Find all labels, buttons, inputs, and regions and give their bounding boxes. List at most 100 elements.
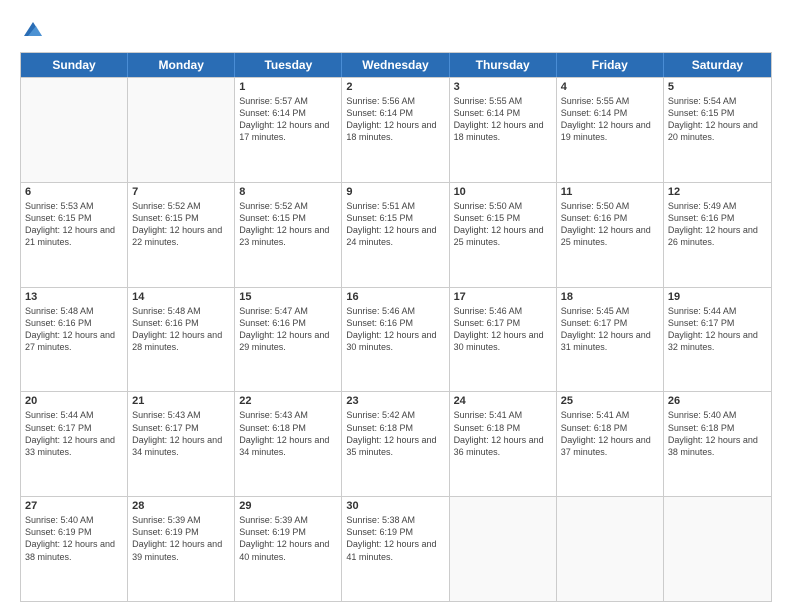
- day-info: Sunrise: 5:40 AM Sunset: 6:19 PM Dayligh…: [25, 514, 123, 563]
- calendar-cell: 4 Sunrise: 5:55 AM Sunset: 6:14 PM Daylig…: [557, 78, 664, 182]
- calendar-row: 13 Sunrise: 5:48 AM Sunset: 6:16 PM Dayli…: [21, 287, 771, 392]
- day-info: Sunrise: 5:46 AM Sunset: 6:17 PM Dayligh…: [454, 305, 552, 354]
- day-number: 11: [561, 186, 659, 198]
- day-number: 23: [346, 395, 444, 407]
- calendar-cell: 1 Sunrise: 5:57 AM Sunset: 6:14 PM Daylig…: [235, 78, 342, 182]
- day-number: 10: [454, 186, 552, 198]
- calendar-cell: 10 Sunrise: 5:50 AM Sunset: 6:15 PM Dayli…: [450, 183, 557, 287]
- calendar-header-cell: Wednesday: [342, 53, 449, 77]
- day-info: Sunrise: 5:44 AM Sunset: 6:17 PM Dayligh…: [668, 305, 767, 354]
- day-number: 22: [239, 395, 337, 407]
- calendar-cell: 25Sunrise: 5:41 AM Sunset: 6:18 PM Dayli…: [557, 392, 664, 496]
- calendar-cell: 26Sunrise: 5:40 AM Sunset: 6:18 PM Dayli…: [664, 392, 771, 496]
- day-number: 19: [668, 291, 767, 303]
- day-number: 18: [561, 291, 659, 303]
- calendar-cell: 5Sunrise: 5:54 AM Sunset: 6:15 PM Daylig…: [664, 78, 771, 182]
- calendar-header-row: SundayMondayTuesdayWednesdayThursdayFrid…: [21, 53, 771, 77]
- calendar-cell: 8Sunrise: 5:52 AM Sunset: 6:15 PM Daylig…: [235, 183, 342, 287]
- day-number: 3: [454, 81, 552, 93]
- calendar-cell: 15Sunrise: 5:47 AM Sunset: 6:16 PM Dayli…: [235, 288, 342, 392]
- calendar-row: 1 Sunrise: 5:57 AM Sunset: 6:14 PM Daylig…: [21, 77, 771, 182]
- day-info: Sunrise: 5:38 AM Sunset: 6:19 PM Dayligh…: [346, 514, 444, 563]
- calendar-cell: 14 Sunrise: 5:48 AM Sunset: 6:16 PM Dayli…: [128, 288, 235, 392]
- calendar-cell: 16 Sunrise: 5:46 AM Sunset: 6:16 PM Dayli…: [342, 288, 449, 392]
- day-number: 6: [25, 186, 123, 198]
- day-number: 16: [346, 291, 444, 303]
- day-info: Sunrise: 5:55 AM Sunset: 6:14 PM Dayligh…: [561, 95, 659, 144]
- day-info: Sunrise: 5:48 AM Sunset: 6:16 PM Dayligh…: [132, 305, 230, 354]
- calendar-cell: [21, 78, 128, 182]
- day-number: 29: [239, 500, 337, 512]
- calendar-header-cell: Friday: [557, 53, 664, 77]
- day-number: 28: [132, 500, 230, 512]
- day-number: 25: [561, 395, 659, 407]
- calendar-cell: 23 Sunrise: 5:42 AM Sunset: 6:18 PM Dayli…: [342, 392, 449, 496]
- calendar-cell: 17 Sunrise: 5:46 AM Sunset: 6:17 PM Dayli…: [450, 288, 557, 392]
- day-info: Sunrise: 5:41 AM Sunset: 6:18 PM Dayligh…: [454, 409, 552, 458]
- calendar: SundayMondayTuesdayWednesdayThursdayFrid…: [20, 52, 772, 602]
- calendar-cell: [450, 497, 557, 601]
- header: [20, 18, 772, 42]
- day-info: Sunrise: 5:53 AM Sunset: 6:15 PM Dayligh…: [25, 200, 123, 249]
- day-number: 12: [668, 186, 767, 198]
- calendar-cell: [664, 497, 771, 601]
- day-number: 24: [454, 395, 552, 407]
- calendar-cell: 2 Sunrise: 5:56 AM Sunset: 6:14 PM Daylig…: [342, 78, 449, 182]
- day-info: Sunrise: 5:39 AM Sunset: 6:19 PM Dayligh…: [132, 514, 230, 563]
- calendar-cell: 20Sunrise: 5:44 AM Sunset: 6:17 PM Dayli…: [21, 392, 128, 496]
- day-number: 14: [132, 291, 230, 303]
- calendar-header-cell: Monday: [128, 53, 235, 77]
- day-info: Sunrise: 5:54 AM Sunset: 6:15 PM Dayligh…: [668, 95, 767, 144]
- day-info: Sunrise: 5:56 AM Sunset: 6:14 PM Dayligh…: [346, 95, 444, 144]
- day-info: Sunrise: 5:55 AM Sunset: 6:14 PM Dayligh…: [454, 95, 552, 144]
- day-info: Sunrise: 5:49 AM Sunset: 6:16 PM Dayligh…: [668, 200, 767, 249]
- logo: [20, 18, 44, 42]
- day-info: Sunrise: 5:44 AM Sunset: 6:17 PM Dayligh…: [25, 409, 123, 458]
- calendar-cell: 11 Sunrise: 5:50 AM Sunset: 6:16 PM Dayli…: [557, 183, 664, 287]
- calendar-cell: 19 Sunrise: 5:44 AM Sunset: 6:17 PM Dayli…: [664, 288, 771, 392]
- calendar-header-cell: Sunday: [21, 53, 128, 77]
- day-info: Sunrise: 5:50 AM Sunset: 6:16 PM Dayligh…: [561, 200, 659, 249]
- day-info: Sunrise: 5:51 AM Sunset: 6:15 PM Dayligh…: [346, 200, 444, 249]
- calendar-cell: [128, 78, 235, 182]
- calendar-cell: 29 Sunrise: 5:39 AM Sunset: 6:19 PM Dayli…: [235, 497, 342, 601]
- logo-icon: [22, 18, 44, 40]
- calendar-cell: 22Sunrise: 5:43 AM Sunset: 6:18 PM Dayli…: [235, 392, 342, 496]
- day-info: Sunrise: 5:57 AM Sunset: 6:14 PM Dayligh…: [239, 95, 337, 144]
- day-info: Sunrise: 5:52 AM Sunset: 6:15 PM Dayligh…: [132, 200, 230, 249]
- calendar-cell: 7 Sunrise: 5:52 AM Sunset: 6:15 PM Daylig…: [128, 183, 235, 287]
- day-number: 13: [25, 291, 123, 303]
- day-number: 8: [239, 186, 337, 198]
- day-info: Sunrise: 5:46 AM Sunset: 6:16 PM Dayligh…: [346, 305, 444, 354]
- calendar-cell: 3 Sunrise: 5:55 AM Sunset: 6:14 PM Daylig…: [450, 78, 557, 182]
- day-number: 4: [561, 81, 659, 93]
- day-number: 2: [346, 81, 444, 93]
- day-number: 9: [346, 186, 444, 198]
- calendar-cell: 21Sunrise: 5:43 AM Sunset: 6:17 PM Dayli…: [128, 392, 235, 496]
- calendar-header-cell: Thursday: [450, 53, 557, 77]
- day-number: 7: [132, 186, 230, 198]
- day-info: Sunrise: 5:50 AM Sunset: 6:15 PM Dayligh…: [454, 200, 552, 249]
- calendar-cell: 30 Sunrise: 5:38 AM Sunset: 6:19 PM Dayli…: [342, 497, 449, 601]
- calendar-cell: [557, 497, 664, 601]
- day-number: 30: [346, 500, 444, 512]
- calendar-cell: 6 Sunrise: 5:53 AM Sunset: 6:15 PM Daylig…: [21, 183, 128, 287]
- calendar-cell: 27 Sunrise: 5:40 AM Sunset: 6:19 PM Dayli…: [21, 497, 128, 601]
- calendar-body: 1 Sunrise: 5:57 AM Sunset: 6:14 PM Daylig…: [21, 77, 771, 601]
- calendar-cell: 24 Sunrise: 5:41 AM Sunset: 6:18 PM Dayli…: [450, 392, 557, 496]
- day-number: 21: [132, 395, 230, 407]
- calendar-cell: 12 Sunrise: 5:49 AM Sunset: 6:16 PM Dayli…: [664, 183, 771, 287]
- day-info: Sunrise: 5:39 AM Sunset: 6:19 PM Dayligh…: [239, 514, 337, 563]
- day-number: 27: [25, 500, 123, 512]
- calendar-cell: 18Sunrise: 5:45 AM Sunset: 6:17 PM Dayli…: [557, 288, 664, 392]
- day-info: Sunrise: 5:47 AM Sunset: 6:16 PM Dayligh…: [239, 305, 337, 354]
- calendar-cell: 13Sunrise: 5:48 AM Sunset: 6:16 PM Dayli…: [21, 288, 128, 392]
- day-number: 26: [668, 395, 767, 407]
- calendar-row: 20Sunrise: 5:44 AM Sunset: 6:17 PM Dayli…: [21, 391, 771, 496]
- calendar-row: 27 Sunrise: 5:40 AM Sunset: 6:19 PM Dayli…: [21, 496, 771, 601]
- day-number: 1: [239, 81, 337, 93]
- calendar-header-cell: Tuesday: [235, 53, 342, 77]
- day-info: Sunrise: 5:42 AM Sunset: 6:18 PM Dayligh…: [346, 409, 444, 458]
- day-number: 17: [454, 291, 552, 303]
- page: SundayMondayTuesdayWednesdayThursdayFrid…: [0, 0, 792, 612]
